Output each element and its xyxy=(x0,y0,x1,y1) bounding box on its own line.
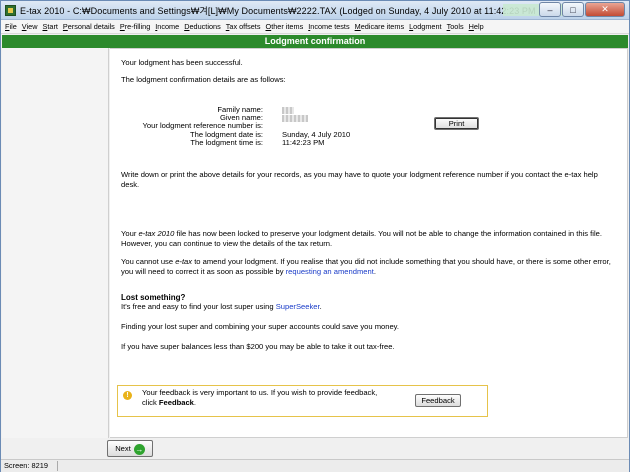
super-balances-text: If you have super balances less than $20… xyxy=(121,342,395,351)
menu-bar: File View Start Personal details Pre-fil… xyxy=(1,20,629,34)
detail-values: Sunday, 4 July 2010 11:42:23 PM xyxy=(282,106,350,147)
amend-text: You cannot use e-tax to amend your lodgm… xyxy=(121,257,611,276)
print-button[interactable]: Print xyxy=(434,117,479,130)
menu-help[interactable]: Help xyxy=(469,22,484,31)
window-title: E-tax 2010 - C:₩Documents and Settings₩겨… xyxy=(20,5,536,16)
status-bar: Screen: 8219 xyxy=(1,459,629,472)
request-amendment-link[interactable]: requesting an amendment xyxy=(286,267,374,276)
combine-super-text: Finding your lost super and combining yo… xyxy=(121,322,400,331)
label-lodgment-time: The lodgment time is: xyxy=(190,137,263,147)
left-panel xyxy=(2,48,109,438)
menu-income-tests[interactable]: Income tests xyxy=(308,22,349,31)
menu-pre-filling[interactable]: Pre-filling xyxy=(120,22,150,31)
arrow-right-icon: → xyxy=(133,443,145,455)
status-divider xyxy=(57,461,58,471)
success-text: Your lodgment has been successful. xyxy=(121,58,243,67)
locked-text: Your e-tax 2010 file has now been locked… xyxy=(121,229,602,248)
feedback-button[interactable]: Feedback xyxy=(415,394,461,407)
window-controls: – □ ✕ xyxy=(538,2,625,17)
menu-other-items[interactable]: Other items xyxy=(266,22,304,31)
feedback-text: Your feedback is very important to us. I… xyxy=(142,388,378,407)
bottom-nav-bar: Next → xyxy=(2,438,628,459)
menu-file[interactable]: File xyxy=(5,22,17,31)
app-icon xyxy=(5,4,16,16)
menu-view[interactable]: View xyxy=(22,22,38,31)
family-name-redacted xyxy=(282,106,294,114)
content-pane: Your lodgment has been successful. The l… xyxy=(110,48,628,438)
maximize-icon[interactable]: □ xyxy=(562,2,584,17)
given-name-redacted xyxy=(282,114,308,122)
menu-lodgment[interactable]: Lodgment xyxy=(409,22,441,31)
intro-text: The lodgment confirmation details are as… xyxy=(121,75,286,84)
next-label: Next xyxy=(115,444,131,453)
menu-start[interactable]: Start xyxy=(42,22,57,31)
detail-labels: Family name: Given name: Your lodgment r… xyxy=(120,105,263,147)
menu-personal-details[interactable]: Personal details xyxy=(63,22,115,31)
close-icon[interactable]: ✕ xyxy=(585,2,625,17)
next-button[interactable]: Next → xyxy=(107,440,153,457)
info-icon: ! xyxy=(123,391,132,400)
lodgment-time: 11:42:23 PM xyxy=(282,137,325,147)
feedback-box: ! Your feedback is very important to us.… xyxy=(117,385,488,417)
superseeker-link[interactable]: SuperSeeker xyxy=(276,302,320,311)
page-title: Lodgment confirmation xyxy=(2,35,628,48)
menu-tools[interactable]: Tools xyxy=(447,22,464,31)
write-down-text: Write down or print the above details fo… xyxy=(121,170,598,189)
menu-tax-offsets[interactable]: Tax offsets xyxy=(226,22,261,31)
menu-income[interactable]: Income xyxy=(155,22,179,31)
title-bar: E-tax 2010 - C:₩Documents and Settings₩겨… xyxy=(1,1,629,20)
screen-number: Screen: 8219 xyxy=(4,461,48,470)
superseeker-text: It's free and easy to find your lost sup… xyxy=(121,302,322,311)
etax-window: E-tax 2010 - C:₩Documents and Settings₩겨… xyxy=(0,0,630,472)
menu-medicare-items[interactable]: Medicare items xyxy=(355,22,405,31)
menu-deductions[interactable]: Deductions xyxy=(184,22,221,31)
minimize-icon[interactable]: – xyxy=(539,2,561,17)
